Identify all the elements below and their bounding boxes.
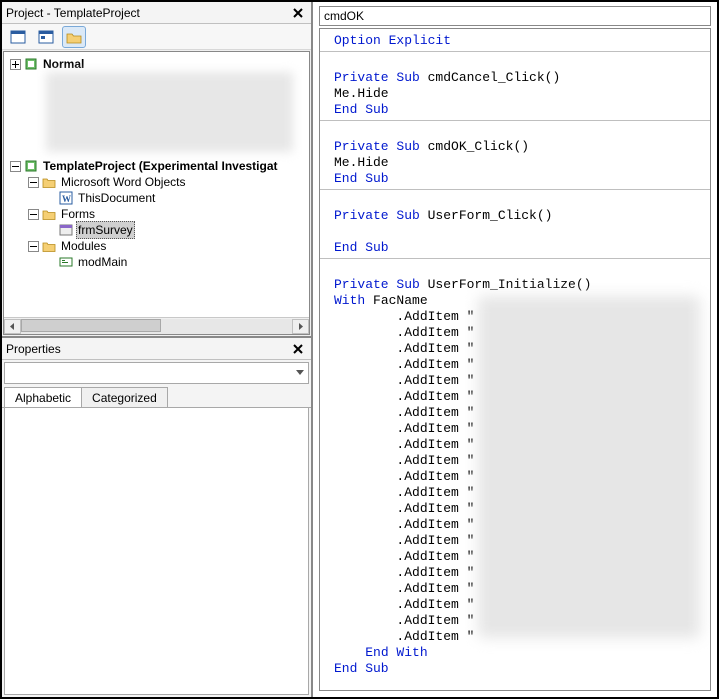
toggle-folders-button[interactable] [62, 26, 86, 48]
collapse-icon[interactable] [28, 177, 39, 188]
left-column: Project - TemplateProject [2, 2, 313, 697]
horizontal-scrollbar[interactable] [4, 317, 309, 334]
tree-label: ThisDocument [76, 190, 157, 206]
object-dropdown[interactable]: cmdOK [319, 6, 711, 26]
tree-node-modules[interactable]: Modules [6, 238, 307, 254]
scroll-left-icon[interactable] [4, 319, 21, 334]
object-dropdown-value: cmdOK [324, 9, 364, 23]
properties-panel-titlebar[interactable]: Properties [2, 338, 311, 360]
properties-panel-title: Properties [6, 342, 289, 356]
project-tree[interactable]: Normal TemplateProject (Experimental Inv… [3, 51, 310, 335]
tree-label: Forms [59, 206, 97, 222]
collapse-icon[interactable] [28, 209, 39, 220]
view-object-button[interactable] [34, 26, 58, 48]
tree-label: Modules [59, 238, 108, 254]
tree-node-normal[interactable]: Normal [6, 56, 307, 72]
folder-open-icon [41, 174, 57, 190]
module-icon [58, 254, 74, 270]
folder-open-icon [41, 238, 57, 254]
redacted-area [46, 72, 293, 152]
vba-ide-window: Project - TemplateProject [0, 0, 719, 699]
view-code-button[interactable] [6, 26, 30, 48]
properties-panel: Properties Alphabetic Categorized [2, 336, 311, 697]
tree-label: modMain [76, 254, 129, 270]
properties-object-dropdown[interactable] [4, 362, 309, 384]
project-panel-titlebar[interactable]: Project - TemplateProject [2, 2, 311, 24]
tree-label-selected: frmSurvey [76, 221, 135, 239]
project-icon [23, 158, 39, 174]
scroll-right-icon[interactable] [292, 319, 309, 334]
tree-node-forms[interactable]: Forms [6, 206, 307, 222]
tree-label: Microsoft Word Objects [59, 174, 187, 190]
tree-node-frmsurvey[interactable]: frmSurvey [6, 222, 307, 238]
redacted-area [478, 296, 700, 638]
properties-grid[interactable] [4, 408, 309, 695]
tree-label: Normal [41, 56, 86, 72]
scrollbar-thumb[interactable] [21, 319, 161, 332]
code-editor[interactable]: Option Explicit Private Sub cmdCancel_Cl… [319, 28, 711, 691]
close-icon[interactable] [289, 5, 307, 21]
chevron-down-icon [296, 370, 304, 376]
tree-node-modmain[interactable]: modMain [6, 254, 307, 270]
form-icon [58, 222, 74, 238]
word-doc-icon: W [58, 190, 74, 206]
close-icon[interactable] [289, 341, 307, 357]
tab-categorized[interactable]: Categorized [81, 387, 168, 407]
tree-node-template-project[interactable]: TemplateProject (Experimental Investigat [6, 158, 307, 174]
code-column: cmdOK Option Explicit Private Sub cmdCan… [313, 2, 717, 697]
svg-text:W: W [62, 194, 71, 204]
properties-tabs: Alphabetic Categorized [2, 386, 311, 408]
folder-open-icon [41, 206, 57, 222]
project-icon [23, 56, 39, 72]
tab-alphabetic[interactable]: Alphabetic [4, 387, 82, 407]
code-text[interactable]: Option Explicit Private Sub cmdCancel_Cl… [320, 29, 710, 681]
project-panel-title: Project - TemplateProject [6, 6, 289, 20]
tree-node-word-objects[interactable]: Microsoft Word Objects [6, 174, 307, 190]
project-toolbar [2, 24, 311, 50]
scrollbar-track[interactable] [21, 319, 292, 334]
tree-node-thisdocument[interactable]: W ThisDocument [6, 190, 307, 206]
tree-label: TemplateProject (Experimental Investigat [41, 158, 280, 174]
expand-icon[interactable] [10, 59, 21, 70]
collapse-icon[interactable] [10, 161, 21, 172]
collapse-icon[interactable] [28, 241, 39, 252]
